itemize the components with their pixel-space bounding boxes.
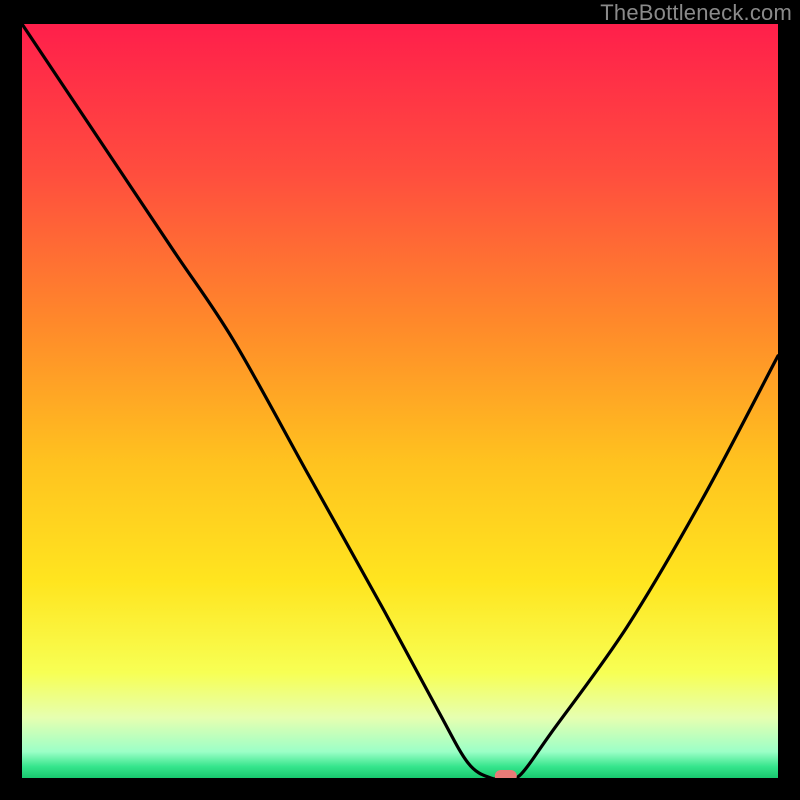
chart-background	[22, 24, 778, 778]
watermark-text: TheBottleneck.com	[600, 0, 792, 26]
optimal-marker	[495, 770, 517, 778]
chart-frame: TheBottleneck.com	[0, 0, 800, 800]
chart-svg	[22, 24, 778, 778]
plot-area	[22, 24, 778, 778]
